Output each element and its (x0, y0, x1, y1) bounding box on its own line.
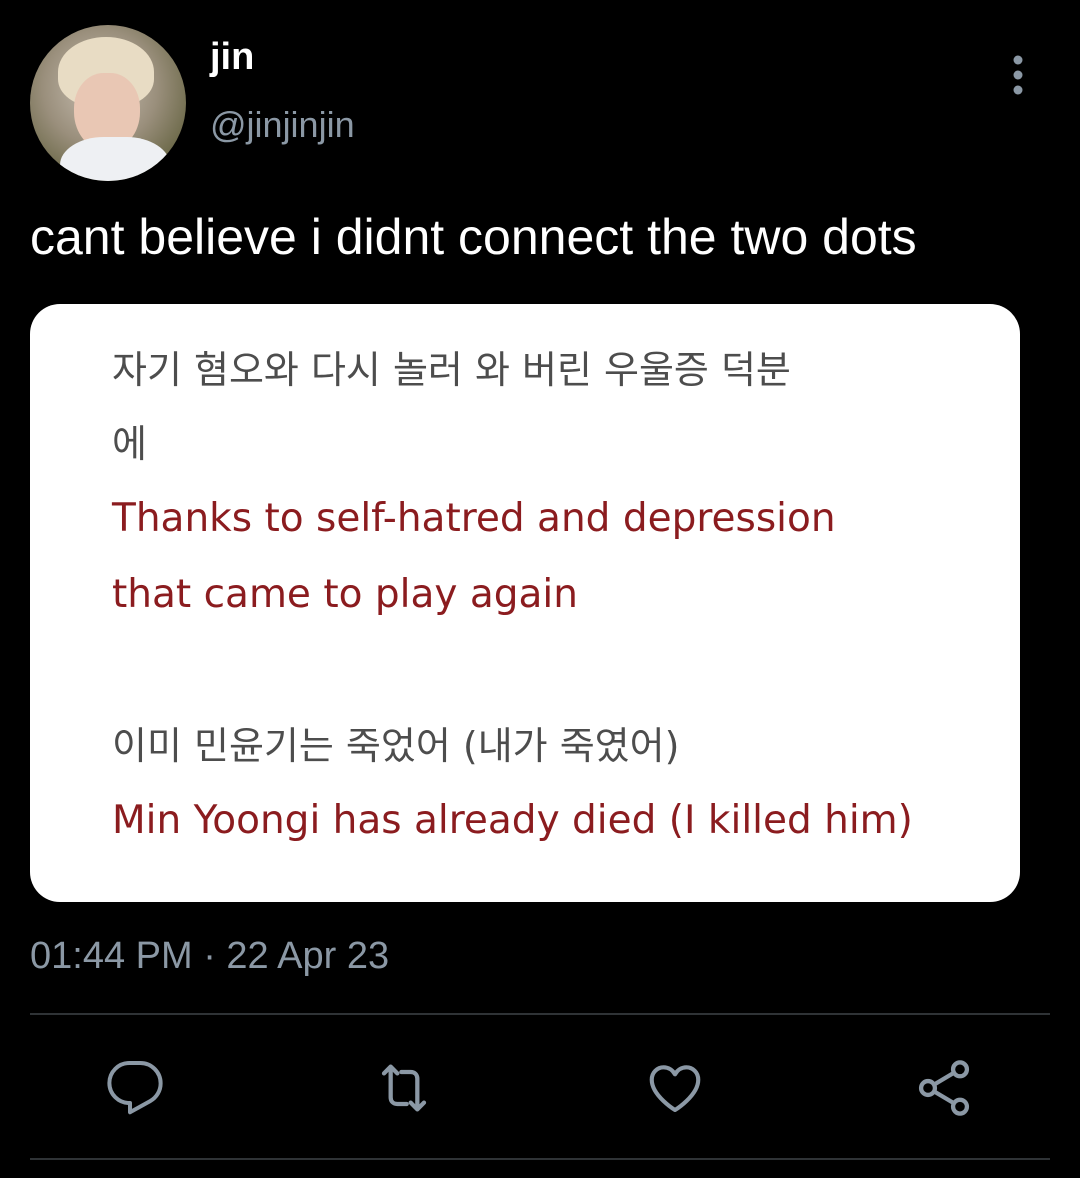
media-korean-line-3: 이미 민윤기는 죽었어 (내가 죽였어) (112, 724, 680, 768)
retweet-icon (381, 1064, 427, 1112)
media-korean-line-2: 에 (112, 422, 147, 466)
avatar-shirt (60, 137, 170, 181)
media-korean-line-1: 자기 혐오와 다시 놀러 와 버린 우울증 덕분 (112, 348, 791, 392)
divider (30, 1013, 1050, 1015)
tweet-text: cant believe i didnt connect the two dot… (30, 209, 917, 265)
tweet-media-image[interactable]: 자기 혐오와 다시 놀러 와 버린 우울증 덕분 에 Thanks to sel… (30, 304, 1020, 902)
reply-icon (107, 1061, 163, 1115)
tweet-timestamp[interactable]: 01:44 PM · 22 Apr 23 (30, 937, 389, 975)
media-english-line-2: that came to play again (112, 572, 578, 617)
more-options-icon[interactable] (1006, 55, 1030, 95)
user-handle[interactable]: @jinjinjin (210, 107, 355, 143)
reply-button[interactable] (103, 1056, 167, 1120)
heart-icon (649, 1065, 701, 1113)
share-button[interactable] (912, 1056, 976, 1120)
media-english-line-3: Min Yoongi has already died (I killed hi… (112, 798, 913, 843)
avatar[interactable] (30, 25, 186, 181)
media-english-line-1: Thanks to self-hatred and depression (112, 496, 836, 541)
bottom-divider (30, 1158, 1050, 1160)
retweet-button[interactable] (372, 1056, 436, 1120)
display-name[interactable]: jin (210, 38, 254, 76)
like-button[interactable] (643, 1056, 707, 1120)
share-icon (918, 1060, 970, 1116)
